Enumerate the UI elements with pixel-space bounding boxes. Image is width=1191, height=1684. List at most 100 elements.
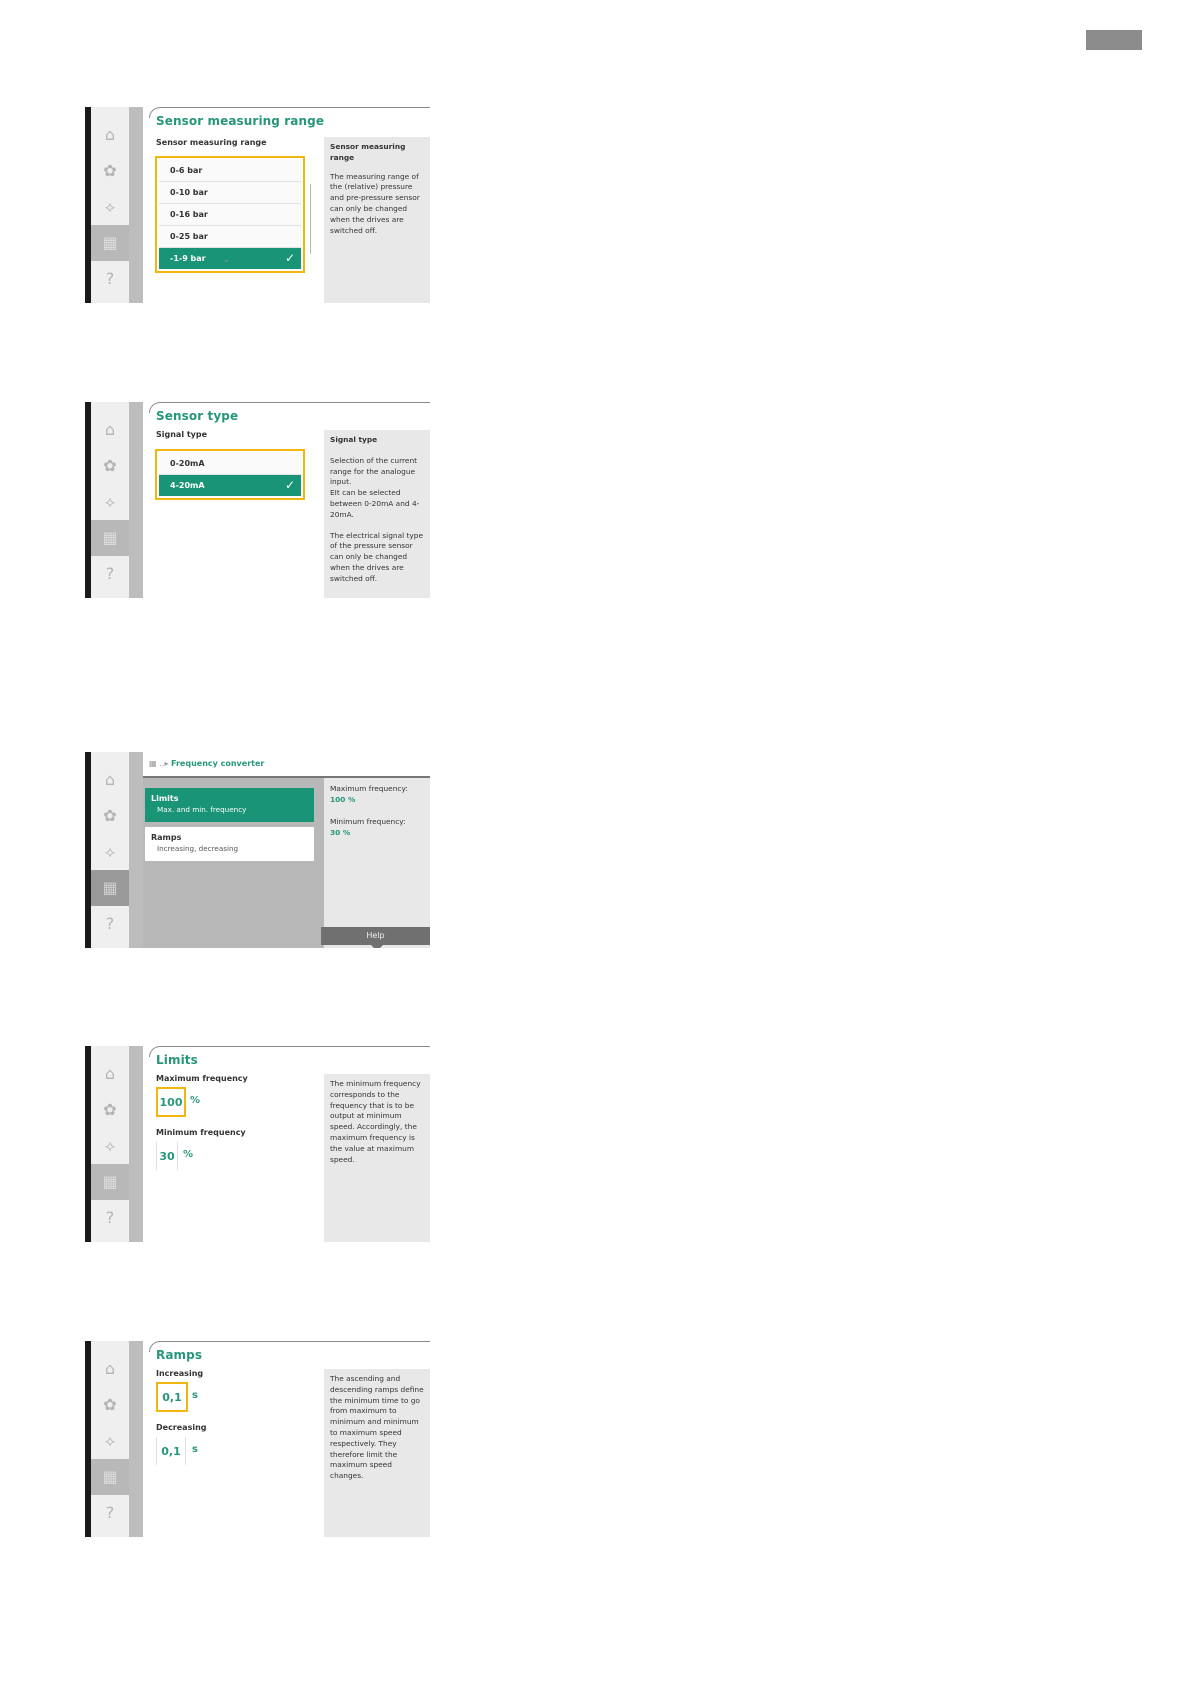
min-frequency-unit: % bbox=[183, 1149, 194, 1160]
help-icon: ? bbox=[105, 564, 115, 583]
nav-home[interactable]: ⌂ bbox=[91, 762, 129, 798]
menu-item-label: Limits bbox=[151, 794, 179, 803]
option-0-20ma[interactable]: 0-20mA bbox=[159, 453, 301, 474]
nav-help[interactable]: ? bbox=[91, 906, 129, 942]
nav-system-settings[interactable]: ▦ bbox=[91, 1459, 129, 1495]
signal-type-list[interactable]: 0-20mA 4-20mA ✓ bbox=[155, 449, 305, 500]
help-text: The ascending and descending ramps defin… bbox=[330, 1374, 424, 1481]
gear-icon: ✿ bbox=[103, 456, 117, 475]
home-icon: ⌂ bbox=[104, 420, 116, 439]
side-nav: ⌂ ✿ ⟡ ▦ ? bbox=[85, 1046, 143, 1242]
option-0-6-bar[interactable]: 0-6 bar bbox=[159, 160, 301, 181]
home-icon: ⌂ bbox=[104, 125, 116, 144]
nav-help[interactable]: ? bbox=[91, 1200, 129, 1236]
nav-home[interactable]: ⌂ bbox=[91, 1351, 129, 1387]
increasing-label: Increasing bbox=[156, 1369, 204, 1378]
max-frequency-label: Maximum frequency bbox=[156, 1074, 248, 1083]
gear-icon: ✿ bbox=[103, 161, 117, 180]
menu-item-desc: Increasing, decreasing bbox=[157, 844, 239, 853]
content-panel: Ramps Increasing 0,1 s Decreasing 0,1 s … bbox=[143, 1341, 430, 1537]
diagnostics-icon: ⟡ bbox=[104, 492, 116, 511]
nav-settings[interactable]: ✿ bbox=[91, 153, 129, 189]
gear-icon: ✿ bbox=[103, 1100, 117, 1119]
page-title: Sensor measuring range bbox=[156, 114, 325, 128]
option-label: 4-20mA bbox=[170, 481, 205, 490]
help-panel: The minimum frequency corresponds to the… bbox=[324, 1074, 430, 1242]
breadcrumb-current: Frequency converter bbox=[171, 759, 265, 768]
nav-settings[interactable]: ✿ bbox=[91, 1092, 129, 1128]
range-option-list[interactable]: 0-6 bar 0-10 bar 0-16 bar 0-25 bar -1-9 … bbox=[155, 156, 305, 273]
nav-diagnostics[interactable]: ⟡ bbox=[91, 1423, 129, 1459]
min-frequency-input[interactable]: 30 bbox=[156, 1141, 178, 1171]
content-panel: Sensor type Signal type 0-20mA 4-20mA ✓ S… bbox=[143, 402, 430, 598]
nav-system-settings[interactable]: ▦ bbox=[91, 225, 129, 261]
system-icon: ▦ bbox=[102, 878, 118, 897]
check-icon: ✓ bbox=[284, 478, 295, 492]
help-icon: ? bbox=[105, 269, 115, 288]
nav-system-settings[interactable]: ▦ bbox=[91, 520, 129, 556]
menu-item-label: Ramps bbox=[151, 833, 182, 842]
option-0-16-bar[interactable]: 0-16 bar bbox=[159, 203, 301, 225]
nav-home[interactable]: ⌂ bbox=[91, 412, 129, 448]
overview-max-value: 100 % bbox=[330, 794, 356, 804]
menu-item-limits[interactable]: Limits Max. and min. frequency bbox=[145, 788, 314, 822]
nav-strip bbox=[129, 1341, 143, 1537]
decreasing-ramp-input[interactable]: 0,1 bbox=[156, 1436, 186, 1466]
nav-home[interactable]: ⌂ bbox=[91, 117, 129, 153]
help-text-1: Selection of the current range for the a… bbox=[330, 455, 418, 487]
home-icon: ⌂ bbox=[104, 1359, 116, 1378]
section-label: Sensor measuring range bbox=[156, 138, 267, 147]
screen-sensor-measuring-range: ⌂ ✿ ⟡ ▦ ? Sensor measuring range Sensor … bbox=[85, 107, 430, 303]
nav-help[interactable]: ? bbox=[91, 261, 129, 297]
content-panel: ▦ ‥▸ Frequency converter Limits Max. and… bbox=[143, 752, 430, 948]
min-frequency-label: Minimum frequency bbox=[156, 1128, 246, 1137]
page-header-tab bbox=[1086, 30, 1142, 50]
help-panel: Signal type Selection of the current ran… bbox=[324, 430, 430, 598]
menu-area: Limits Max. and min. frequency Ramps Inc… bbox=[143, 778, 324, 948]
system-icon: ▦ bbox=[102, 1467, 118, 1486]
scroll-down-icon[interactable]: ⌄ bbox=[223, 255, 230, 264]
nav-strip bbox=[129, 402, 143, 598]
nav-settings[interactable]: ✿ bbox=[91, 1387, 129, 1423]
nav-diagnostics[interactable]: ⟡ bbox=[91, 834, 129, 870]
max-frequency-input[interactable]: 100 bbox=[156, 1087, 186, 1117]
nav-diagnostics[interactable]: ⟡ bbox=[91, 189, 129, 225]
diagnostics-icon: ⟡ bbox=[104, 197, 116, 216]
screen-frequency-converter: ⌂ ✿ ⟡ ▦ ? ▦ ‥▸ Frequency converter Limit… bbox=[85, 752, 430, 948]
scrollbar[interactable] bbox=[310, 184, 311, 254]
nav-home[interactable]: ⌂ bbox=[91, 1056, 129, 1092]
help-heading: Signal type bbox=[330, 435, 378, 444]
help-text: The measuring range of the (relative) pr… bbox=[330, 171, 420, 235]
option-4-20ma[interactable]: 4-20mA ✓ bbox=[159, 474, 301, 496]
nav-settings[interactable]: ✿ bbox=[91, 798, 129, 834]
help-icon: ? bbox=[105, 914, 115, 933]
screen-limits: ⌂ ✿ ⟡ ▦ ? Limits Maximum frequency 100 %… bbox=[85, 1046, 430, 1242]
side-nav: ⌂ ✿ ⟡ ▦ ? bbox=[85, 402, 143, 598]
overview-panel: Maximum frequency: 100 % Minimum frequen… bbox=[324, 778, 430, 948]
nav-system-settings[interactable]: ▦ bbox=[91, 1164, 129, 1200]
nav-system-settings[interactable]: ▦ bbox=[91, 870, 129, 906]
nav-diagnostics[interactable]: ⟡ bbox=[91, 484, 129, 520]
system-icon: ▦ bbox=[102, 1172, 118, 1191]
menu-item-ramps[interactable]: Ramps Increasing, decreasing bbox=[145, 827, 314, 861]
nav-strip bbox=[129, 107, 143, 303]
option-minus1-9-bar[interactable]: -1-9 bar ✓ bbox=[159, 247, 301, 269]
diagnostics-icon: ⟡ bbox=[104, 842, 116, 861]
help-button[interactable]: Help bbox=[321, 927, 430, 948]
increasing-ramp-input[interactable]: 0,1 bbox=[156, 1382, 188, 1412]
option-0-25-bar[interactable]: 0-25 bar bbox=[159, 225, 301, 247]
nav-help[interactable]: ? bbox=[91, 1495, 129, 1531]
increasing-ramp-unit: s bbox=[192, 1390, 198, 1401]
decreasing-label: Decreasing bbox=[156, 1423, 207, 1432]
option-0-10-bar[interactable]: 0-10 bar bbox=[159, 181, 301, 203]
nav-help[interactable]: ? bbox=[91, 556, 129, 592]
help-text-3: The electrical signal type of the pressu… bbox=[330, 530, 424, 583]
screen-ramps: ⌂ ✿ ⟡ ▦ ? Ramps Increasing 0,1 s Decreas… bbox=[85, 1341, 430, 1537]
help-panel: The ascending and descending ramps defin… bbox=[324, 1369, 430, 1537]
side-nav: ⌂ ✿ ⟡ ▦ ? bbox=[85, 107, 143, 303]
breadcrumb[interactable]: ▦ ‥▸ Frequency converter bbox=[149, 759, 264, 768]
home-icon: ⌂ bbox=[104, 770, 116, 789]
overview-min-label: Minimum frequency: bbox=[330, 817, 406, 826]
nav-settings[interactable]: ✿ bbox=[91, 448, 129, 484]
nav-diagnostics[interactable]: ⟡ bbox=[91, 1128, 129, 1164]
